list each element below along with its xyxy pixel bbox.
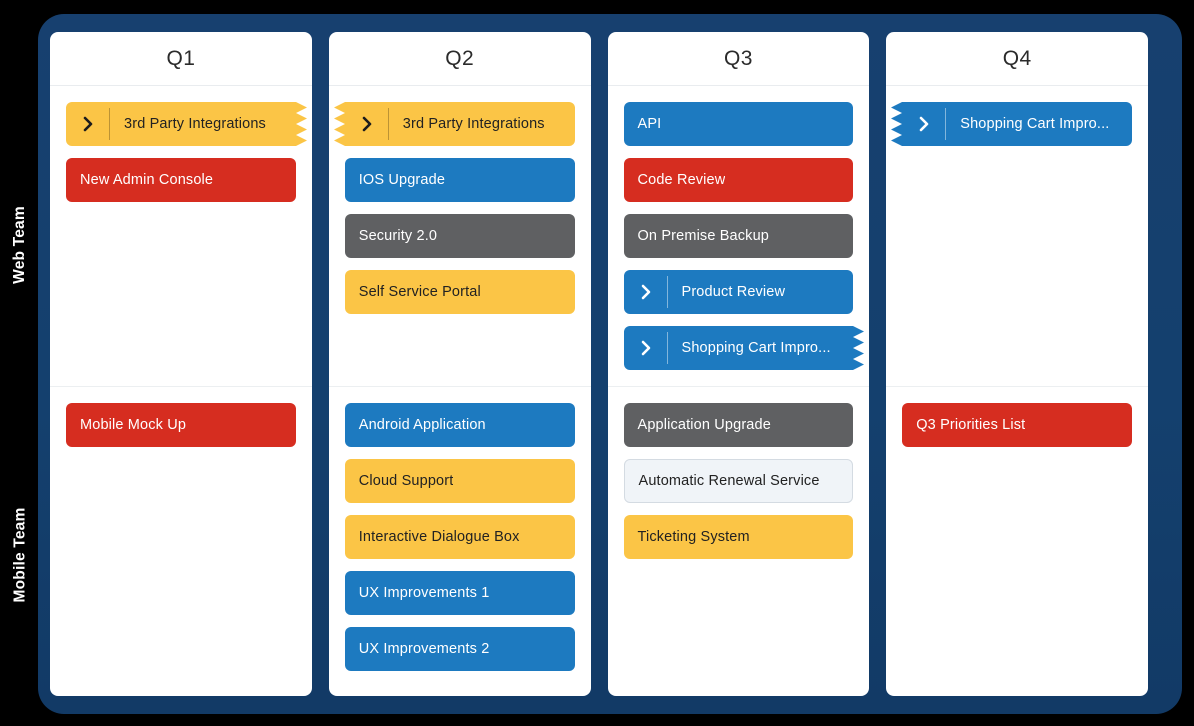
task-card[interactable]: Automatic Renewal Service — [623, 459, 854, 503]
swimlane-mobile-q1: Mobile Mock Up — [50, 387, 312, 695]
swimlane-web-q3: API Code Review On Premise Backup Product R… — [607, 86, 870, 387]
task-card-label: Code Review — [637, 172, 726, 188]
task-card[interactable]: Security 2.0 — [344, 214, 575, 258]
task-card[interactable]: Cloud Support — [344, 459, 575, 503]
task-card[interactable]: 3rd Party Integrations — [66, 102, 307, 146]
task-card[interactable]: On Premise Backup — [623, 214, 854, 258]
task-card[interactable]: IOS Upgrade — [344, 158, 575, 202]
swimlane-web-q2: 3rd Party Integrations IOS Upgrade Securit… — [328, 86, 591, 387]
quarter-column-q1: Q1 3rd Party Integrations New Admin Consol… — [50, 32, 312, 696]
task-card-label: Self Service Portal — [358, 284, 481, 300]
chevron-right-icon[interactable] — [624, 270, 668, 314]
task-card[interactable]: UX Improvements 2 — [344, 627, 575, 671]
swimlane-label-web-team-text: Web Team — [11, 206, 28, 284]
quarter-column-q4: Q4 Shopping Cart Impro... Q3 Priorities Li… — [886, 32, 1148, 696]
task-card[interactable]: Self Service Portal — [344, 270, 575, 314]
task-card-label: Cloud Support — [358, 473, 454, 489]
task-card[interactable]: Code Review — [623, 158, 854, 202]
task-card[interactable]: Q3 Priorities List — [902, 403, 1132, 447]
card-continuation-zigzag-icon — [295, 102, 307, 146]
task-card-label: Product Review — [681, 284, 786, 300]
task-card-label: UX Improvements 1 — [358, 585, 490, 601]
task-card[interactable]: UX Improvements 1 — [344, 571, 575, 615]
chevron-right-icon[interactable] — [345, 102, 389, 146]
task-card[interactable]: Interactive Dialogue Box — [344, 515, 575, 559]
swimlane-label-mobile-team-text: Mobile Team — [11, 507, 28, 603]
card-continuation-zigzag-icon — [333, 102, 345, 146]
swimlane-web-q1: 3rd Party Integrations New Admin Console — [50, 86, 312, 387]
task-card-label: Shopping Cart Impro... — [681, 340, 831, 356]
task-card-label: Automatic Renewal Service — [638, 473, 820, 489]
task-card-label: Security 2.0 — [358, 228, 438, 244]
task-card[interactable]: Product Review — [623, 270, 854, 314]
chevron-right-icon[interactable] — [624, 326, 668, 370]
task-card-label: Q3 Priorities List — [916, 417, 1026, 433]
column-title-q2: Q2 — [445, 46, 475, 70]
task-card-label: Ticketing System — [637, 529, 750, 545]
card-continuation-zigzag-icon — [891, 102, 903, 146]
swimlane-web-q4: Shopping Cart Impro... — [886, 86, 1148, 387]
column-header-q2: Q2 — [328, 32, 591, 86]
chevron-right-icon[interactable] — [902, 102, 947, 146]
swimlane-mobile-q4: Q3 Priorities List — [886, 387, 1148, 695]
column-title-q4: Q4 — [1002, 46, 1032, 70]
task-card[interactable]: New Admin Console — [66, 158, 296, 202]
task-card-label: On Premise Backup — [637, 228, 769, 244]
task-card-label: 3rd Party Integrations — [402, 116, 545, 132]
swimlane-mobile-q3: Application Upgrade Automatic Renewal Ser… — [608, 387, 870, 695]
quarter-column-q2: Q2 3rd Party Integrations IOS Upgrade Secur… — [328, 32, 591, 696]
column-header-q3: Q3 — [607, 32, 870, 86]
column-title-q1: Q1 — [166, 46, 196, 70]
task-card-label: Android Application — [358, 417, 486, 433]
column-title-q3: Q3 — [723, 46, 753, 70]
task-card[interactable]: Mobile Mock Up — [66, 403, 296, 447]
swimlane-label-rail: Web Team Mobile Team — [0, 0, 40, 726]
task-card[interactable]: API — [623, 102, 854, 146]
task-card[interactable]: Android Application — [344, 403, 575, 447]
task-card-label: 3rd Party Integrations — [124, 116, 266, 132]
task-card-label: Application Upgrade — [637, 417, 771, 433]
task-card-label: New Admin Console — [80, 172, 214, 188]
swimlane-label-mobile-team: Mobile Team — [0, 420, 40, 690]
column-header-q1: Q1 — [50, 32, 312, 86]
task-card[interactable]: Ticketing System — [623, 515, 854, 559]
task-card[interactable]: Shopping Cart Impro... — [891, 102, 1132, 146]
task-card-label: API — [637, 116, 662, 132]
task-card-label: IOS Upgrade — [358, 172, 446, 188]
roadmap-board: Web Team Mobile Team Q1 3rd Party Integra… — [0, 0, 1194, 726]
swimlane-mobile-q2: Android Application Cloud Support Interact… — [329, 387, 591, 695]
quarter-columns: Q1 3rd Party Integrations New Admin Consol… — [50, 32, 1148, 696]
column-header-q4: Q4 — [886, 32, 1148, 86]
task-card-label: Shopping Cart Impro... — [960, 116, 1110, 132]
card-continuation-zigzag-icon — [853, 326, 865, 370]
quarter-column-q3: Q3 API Code Review On Premise Backup Product… — [607, 32, 870, 696]
chevron-right-icon[interactable] — [66, 102, 110, 146]
task-card-label: UX Improvements 2 — [358, 641, 490, 657]
task-card[interactable]: 3rd Party Integrations — [333, 102, 575, 146]
swimlane-label-web-team: Web Team — [0, 110, 40, 380]
task-card[interactable]: Application Upgrade — [623, 403, 854, 447]
task-card-label: Interactive Dialogue Box — [358, 529, 520, 545]
task-card[interactable]: Shopping Cart Impro... — [623, 326, 865, 370]
task-card-label: Mobile Mock Up — [80, 417, 187, 433]
